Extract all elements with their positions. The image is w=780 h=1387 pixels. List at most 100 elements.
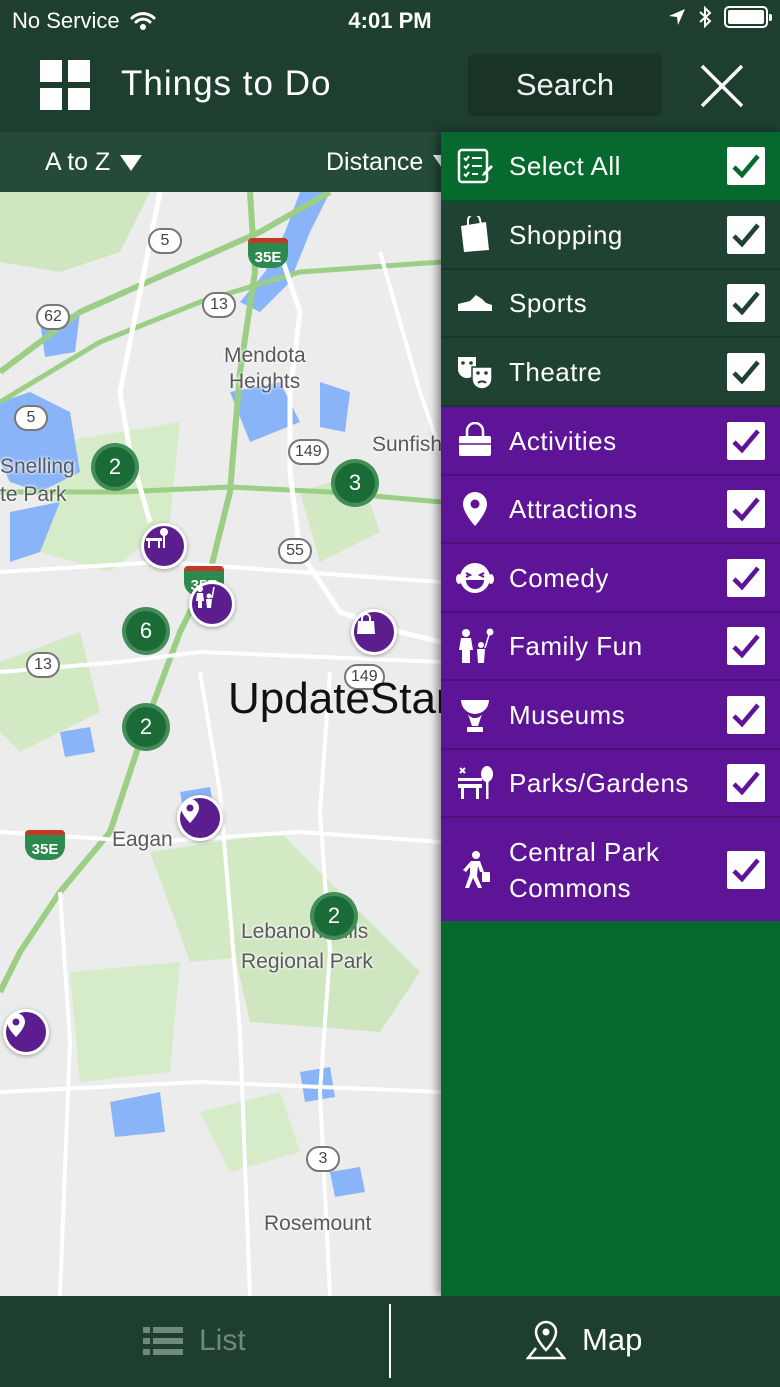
map-label: Sunfish [372, 433, 441, 456]
map-marker-shopping[interactable] [351, 609, 397, 655]
list-icon [143, 1327, 183, 1355]
filter-row-attractions[interactable]: Attractions [441, 476, 780, 544]
family-icon [196, 586, 215, 608]
map-marker-family[interactable] [189, 581, 235, 627]
filter-row-museums[interactable]: Museums [441, 681, 780, 750]
status-icons [668, 6, 772, 28]
theatre-masks-icon [455, 352, 495, 392]
map-label: Rosemount [264, 1212, 372, 1235]
checkbox-checked[interactable] [727, 421, 765, 460]
route-shield: 13 [202, 292, 236, 318]
map-cluster[interactable]: 6 [122, 607, 170, 655]
map-pin-icon [455, 489, 495, 529]
map-cluster[interactable]: 3 [331, 459, 379, 507]
checkmark-icon [732, 858, 760, 882]
filter-label: Sports [509, 288, 588, 318]
map-cluster[interactable]: 2 [122, 703, 170, 751]
checkbox-checked[interactable] [727, 558, 765, 597]
checkmark-icon [732, 771, 760, 796]
checkbox-checked[interactable] [727, 490, 765, 528]
checkmark-icon [732, 429, 760, 453]
filter-label: Attractions [509, 494, 638, 524]
checkbox-checked[interactable] [727, 147, 765, 185]
map-label: Regional Park [241, 950, 373, 973]
interstate-shield: 35E [25, 830, 65, 860]
search-button[interactable]: Search [468, 54, 662, 116]
filter-label: Shopping [509, 220, 623, 250]
checkmark-icon [732, 360, 760, 384]
park-bench-icon [146, 528, 168, 548]
route-shield: 3 [306, 1146, 340, 1172]
tab-list[interactable]: List [143, 1324, 246, 1358]
checkbox-checked[interactable] [727, 352, 765, 391]
map-view[interactable]: Mendota Heights Sunfish Snelling te Park… [0, 192, 441, 1296]
checkbox-checked[interactable] [727, 850, 765, 889]
filter-row-select-all[interactable]: Select All [441, 132, 780, 202]
sort-distance-dropdown[interactable]: Distance [326, 148, 456, 177]
tab-map-label: Map [582, 1322, 643, 1357]
checklist-icon [455, 146, 495, 186]
checkbox-checked[interactable] [727, 627, 765, 665]
park-bench-icon [455, 763, 495, 803]
checkmark-icon [732, 223, 760, 248]
filter-row-parks-gardens[interactable]: Parks/Gardens [441, 750, 780, 818]
route-shield: 13 [26, 652, 60, 678]
checkbox-checked[interactable] [727, 764, 765, 802]
route-shield: 55 [278, 538, 312, 564]
sort-alpha-dropdown[interactable]: A to Z [45, 148, 143, 177]
interstate-shield: 35E [248, 238, 288, 268]
family-icon [455, 626, 495, 666]
route-shield: 5 [148, 228, 182, 254]
filter-row-theatre[interactable]: Theatre [441, 338, 780, 407]
close-icon[interactable] [698, 62, 746, 110]
checkmark-icon [732, 291, 760, 316]
checkmark-icon [732, 497, 760, 522]
checkbox-checked[interactable] [727, 284, 765, 322]
map-label: Snelling [0, 455, 75, 478]
route-shield: 5 [14, 405, 48, 431]
clock: 4:01 PM [348, 8, 432, 33]
menu-grid-icon[interactable] [40, 60, 90, 110]
filter-label: Activities [509, 425, 617, 456]
title-bar: Things to Do Search [0, 52, 780, 122]
filter-label: Family Fun [509, 631, 643, 661]
filter-row-shopping[interactable]: Shopping [441, 202, 780, 270]
checkmark-icon [732, 154, 760, 179]
basket-icon [455, 421, 495, 461]
filter-label: Central Park Commons [509, 836, 660, 903]
map-label: te Park [0, 483, 67, 506]
category-filter-panel: Select All Shopping Sports Theatre Activ… [441, 132, 780, 1296]
route-shield: 62 [36, 304, 70, 330]
map-pin-icon [181, 799, 199, 823]
filter-row-family-fun[interactable]: Family Fun [441, 613, 780, 681]
bottom-tab-bar: List Map [0, 1296, 780, 1387]
checkbox-checked[interactable] [727, 216, 765, 254]
tab-list-label: List [199, 1324, 246, 1357]
map-label: Heights [229, 370, 301, 393]
status-bar: No Service 4:01 PM [0, 0, 780, 40]
filter-label: Select All [509, 151, 621, 181]
sort-distance-label: Distance [326, 148, 424, 176]
location-arrow-icon [669, 9, 685, 25]
filter-label: Theatre [509, 356, 603, 387]
map-marker-attraction[interactable] [3, 1009, 49, 1055]
map-pin-icon [7, 1013, 25, 1037]
museum-icon [455, 695, 495, 735]
map-marker-park[interactable] [141, 523, 187, 569]
map-marker-attraction[interactable] [177, 795, 223, 841]
sneaker-icon [455, 283, 495, 323]
tab-map[interactable]: Map [526, 1320, 642, 1360]
filter-row-activities[interactable]: Activities [441, 407, 780, 476]
filter-row-sports[interactable]: Sports [441, 270, 780, 338]
filter-row-comedy[interactable]: Comedy [441, 544, 780, 613]
filter-label: Parks/Gardens [509, 768, 689, 798]
map-cluster[interactable]: 2 [310, 892, 358, 940]
checkmark-icon [732, 566, 760, 590]
map-label: Eagan [112, 828, 173, 851]
checkmark-icon [732, 634, 760, 659]
filter-row-central-park-commons[interactable]: Central Park Commons [441, 818, 780, 921]
laughing-face-icon [455, 558, 495, 598]
checkbox-checked[interactable] [727, 695, 765, 734]
map-cluster[interactable]: 2 [91, 443, 139, 491]
bluetooth-icon [699, 6, 712, 28]
